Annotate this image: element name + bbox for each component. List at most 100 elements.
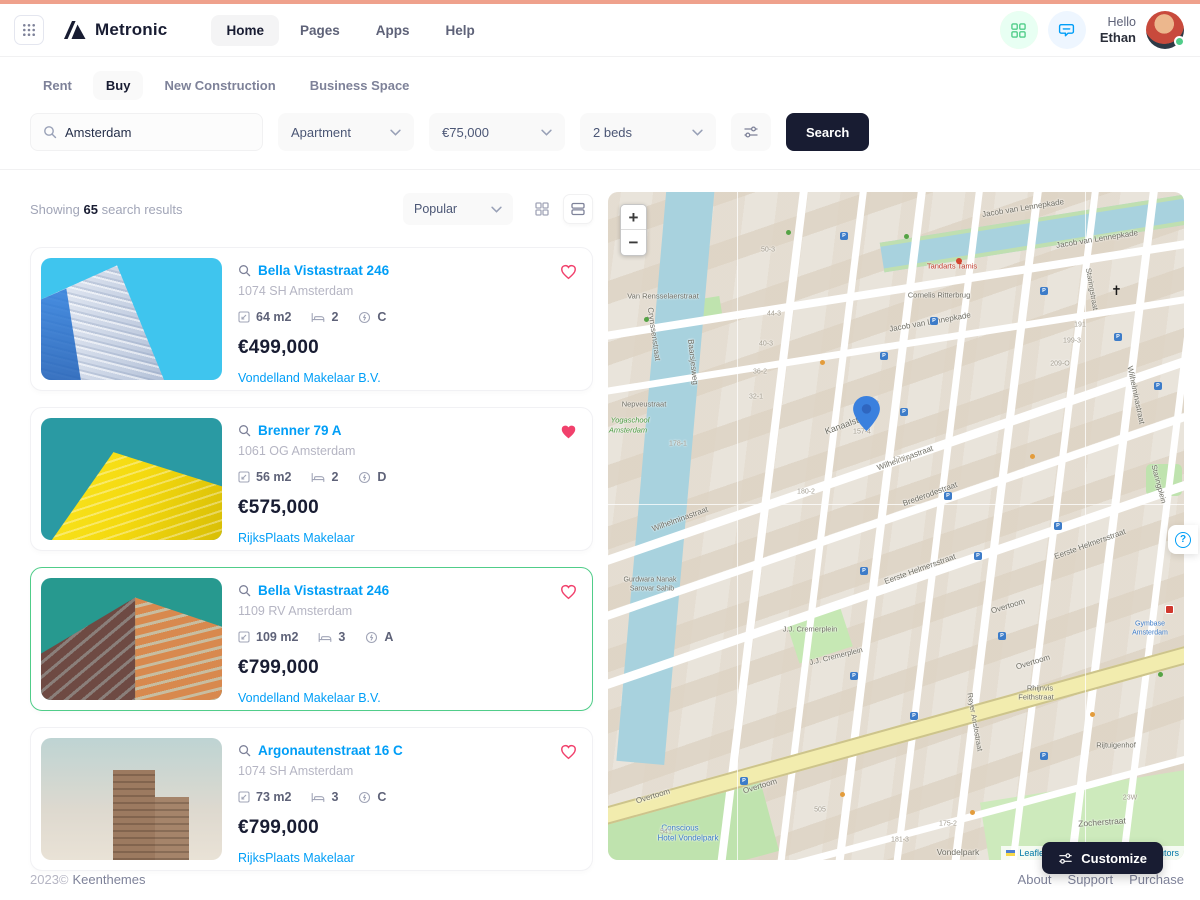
favorite-button[interactable] — [559, 262, 578, 280]
orange-marker — [970, 810, 975, 815]
listing-specs: 64 m2 2 C — [238, 310, 389, 324]
list-view-button[interactable] — [563, 194, 593, 224]
listing-card-selected[interactable]: Bella Vistastraat 246 1109 RV Amsterdam … — [30, 567, 593, 711]
footer-link-support[interactable]: Support — [1068, 872, 1114, 887]
energy-label-icon — [358, 791, 371, 804]
parking-marker: P — [850, 672, 858, 680]
parking-marker: P — [1054, 522, 1062, 530]
keenthemes-link[interactable]: Keenthemes — [73, 872, 146, 887]
listing-title-link[interactable]: Argonautenstraat 16 C — [258, 743, 403, 758]
listing-photo — [41, 738, 222, 860]
orange-marker — [840, 792, 845, 797]
customize-button[interactable]: Customize — [1042, 842, 1163, 874]
favorite-button[interactable] — [559, 582, 578, 600]
parking-marker: P — [1040, 752, 1048, 760]
agent-link[interactable]: Vondelland Makelaar B.V. — [238, 371, 381, 385]
listing-card[interactable]: Argonautenstraat 16 C 1074 SH Amsterdam … — [30, 727, 593, 871]
heart-filled-icon — [559, 422, 578, 440]
advanced-filters-button[interactable] — [731, 113, 771, 151]
parking-marker: P — [944, 492, 952, 500]
listing-price: €799,000 — [238, 657, 393, 679]
avatar[interactable] — [1146, 11, 1184, 49]
listing-title-link[interactable]: Brenner 79 A — [258, 423, 342, 438]
search-icon — [238, 424, 251, 437]
agent-link[interactable]: RijksPlaats Makelaar — [238, 851, 355, 865]
green-marker — [1158, 672, 1163, 677]
search-icon — [238, 584, 251, 597]
map-pin[interactable] — [853, 396, 880, 431]
area-icon — [238, 311, 250, 323]
parking-marker: P — [1154, 382, 1162, 390]
bed-icon — [318, 631, 332, 643]
tab-new-construction[interactable]: New Construction — [151, 71, 288, 100]
price-value: €75,000 — [442, 125, 489, 140]
tab-rent[interactable]: Rent — [30, 71, 85, 100]
area-icon — [238, 791, 250, 803]
bed-icon — [311, 311, 325, 323]
listing-specs: 73 m2 3 C — [238, 790, 403, 804]
nav-apps[interactable]: Apps — [361, 15, 425, 46]
red-marker — [956, 258, 962, 264]
agent-link[interactable]: RijksPlaats Makelaar — [238, 531, 355, 545]
metronic-logo-icon — [62, 19, 88, 41]
zoom-in-button[interactable]: + — [621, 205, 646, 230]
help-button[interactable]: ? — [1168, 525, 1198, 554]
listing-photo — [41, 578, 222, 700]
listing-title-link[interactable]: Bella Vistastraat 246 — [258, 583, 389, 598]
footer-link-about[interactable]: About — [1018, 872, 1052, 887]
listing-address: 1074 SH Amsterdam — [238, 284, 389, 298]
messages-button[interactable] — [1048, 11, 1086, 49]
bed-icon — [311, 471, 325, 483]
sort-select[interactable]: Popular — [403, 193, 513, 225]
location-input[interactable] — [65, 125, 250, 140]
footer-link-purchase[interactable]: Purchase — [1129, 872, 1184, 887]
listing-card[interactable]: Bella Vistastraat 246 1074 SH Amsterdam … — [30, 247, 593, 391]
tab-business-space[interactable]: Business Space — [297, 71, 423, 100]
search-panel: Rent Buy New Construction Business Space… — [0, 57, 1200, 170]
quick-links-button[interactable] — [1000, 11, 1038, 49]
parking-marker: P — [900, 408, 908, 416]
search-button[interactable]: Search — [786, 113, 869, 151]
listing-title-link[interactable]: Bella Vistastraat 246 — [258, 263, 389, 278]
property-type-select[interactable]: Apartment — [278, 113, 414, 151]
app-header: Metronic Home Pages Apps Help Hello Eth — [0, 4, 1200, 57]
favorite-button[interactable] — [559, 742, 578, 760]
price-select[interactable]: €75,000 — [429, 113, 565, 151]
logo-text: Metronic — [95, 20, 167, 40]
results-count: Showing 65 search results — [30, 202, 183, 217]
sort-value: Popular — [414, 202, 457, 216]
green-marker — [786, 230, 791, 235]
property-type-value: Apartment — [291, 125, 351, 140]
tab-buy[interactable]: Buy — [93, 71, 144, 100]
grid-view-button[interactable] — [527, 194, 557, 224]
main-nav: Home Pages Apps Help — [211, 15, 489, 46]
listing-address: 1109 RV Amsterdam — [238, 604, 393, 618]
chevron-down-icon — [390, 129, 401, 136]
logo[interactable]: Metronic — [62, 19, 167, 41]
parking-marker: P — [840, 232, 848, 240]
nav-home[interactable]: Home — [211, 15, 279, 46]
favorite-button[interactable] — [559, 422, 578, 440]
apps-grid-button[interactable] — [14, 15, 44, 45]
map-gridline — [608, 504, 1184, 505]
energy-label-icon — [365, 631, 378, 644]
listing-photo — [41, 258, 222, 380]
grid-view-icon — [534, 201, 550, 217]
listing-card[interactable]: Brenner 79 A 1061 OG Amsterdam 56 m2 2 D… — [30, 407, 593, 551]
chevron-down-icon — [491, 206, 502, 213]
nav-help[interactable]: Help — [431, 15, 490, 46]
location-search-field[interactable] — [30, 113, 263, 151]
orange-marker — [820, 360, 825, 365]
map-canvas[interactable]: Jacob van LennepkadeJacob van Lennepkade… — [608, 192, 1184, 860]
nav-pages[interactable]: Pages — [285, 15, 355, 46]
listing-photo — [41, 418, 222, 540]
parking-marker: P — [1040, 287, 1048, 295]
chat-icon — [1058, 22, 1075, 39]
agent-link[interactable]: Vondelland Makelaar B.V. — [238, 691, 381, 705]
parking-marker: P — [998, 632, 1006, 640]
sliders-icon — [743, 124, 759, 140]
parking-marker: P — [930, 317, 938, 325]
listing-address: 1061 OG Amsterdam — [238, 444, 386, 458]
zoom-out-button[interactable]: − — [621, 230, 646, 255]
beds-select[interactable]: 2 beds — [580, 113, 716, 151]
